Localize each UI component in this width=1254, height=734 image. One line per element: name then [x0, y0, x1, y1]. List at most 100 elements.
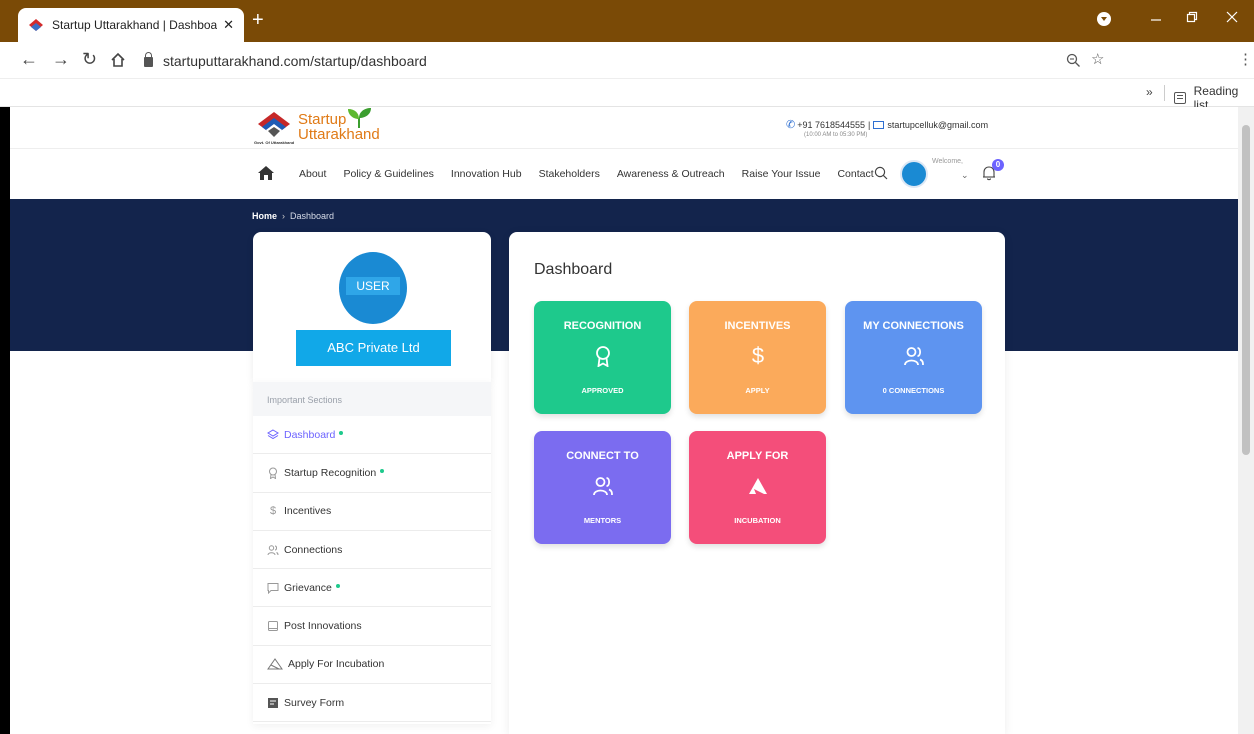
note-icon [268, 621, 278, 632]
layers-icon [267, 429, 279, 439]
email-address[interactable]: startupcelluk@gmail.com [887, 120, 988, 130]
tile-subtitle: 0 CONNECTIONS [882, 386, 945, 395]
connect-to-mentors-tile[interactable]: CONNECT TO MENTORS [534, 431, 671, 544]
avatar-label: USER [346, 277, 400, 295]
my-connections-tile[interactable]: MY CONNECTIONS 0 CONNECTIONS [845, 301, 982, 414]
tile-title: APPLY FOR [726, 450, 789, 462]
sidebar-item-dashboard[interactable]: Dashboard [253, 416, 491, 455]
restore-icon[interactable] [1186, 11, 1198, 23]
phone-number[interactable]: +91 7618544555 [797, 120, 865, 130]
incentives-tile[interactable]: INCENTIVES $ APPLY [689, 301, 826, 414]
home-icon[interactable] [257, 165, 275, 181]
mail-icon [873, 120, 885, 129]
logo-govt-text: Govt. Of Uttarakhand [254, 140, 295, 145]
tile-subtitle: INCUBATION [734, 516, 781, 525]
address-bar: ← → ↻ startuputtarakhand.com/startup/das… [0, 42, 1254, 79]
nav-raise-your-issue[interactable]: Raise Your Issue [742, 168, 821, 180]
sidebar-item-apply-for-incubation[interactable]: Apply For Incubation [253, 646, 491, 685]
reload-icon[interactable]: ↻ [82, 49, 97, 69]
logo-line-2: Uttarakhand [298, 126, 380, 143]
bookmark-star-icon[interactable]: ☆ [1091, 50, 1104, 68]
window-close-icon[interactable] [1226, 11, 1238, 23]
user-avatar[interactable] [900, 160, 928, 188]
sidebar-item-survey-form[interactable]: Survey Form [253, 684, 491, 723]
url-text: startuputtarakhand.com/startup/dashboard [163, 52, 427, 69]
site-top-bar: Govt. Of Uttarakhand Startup Uttarakhand… [10, 107, 1238, 149]
url-input[interactable]: startuputtarakhand.com/startup/dashboard [144, 47, 1144, 74]
sidebar-item-label: Dashboard [284, 428, 336, 441]
page-scrollbar[interactable] [1238, 107, 1254, 734]
users-icon [267, 544, 279, 555]
forward-icon[interactable]: → [52, 49, 70, 69]
sidebar-item-connections[interactable]: Connections [253, 531, 491, 570]
nav-policy-guidelines[interactable]: Policy & Guidelines [343, 168, 433, 180]
sidebar-item-label: Post Innovations [284, 620, 362, 633]
tile-subtitle: APPLY [745, 386, 770, 395]
phone-icon: ✆ [786, 119, 796, 131]
sidebar-item-grievance[interactable]: Grievance [253, 569, 491, 608]
tile-title: RECOGNITION [563, 320, 642, 332]
contact-separator: | [868, 119, 871, 130]
browser-tab[interactable]: Startup Uttarakhand | Dashboard ✕ [18, 8, 244, 42]
breadcrumb-separator: › [282, 211, 286, 221]
dollar-icon: $ [751, 343, 765, 368]
award-icon [269, 467, 277, 479]
breadcrumb-current: Dashboard [290, 211, 335, 221]
sidebar-item-label: Apply For Incubation [288, 658, 385, 671]
survey-icon [268, 697, 278, 708]
sidebar-item-startup-recognition[interactable]: Startup Recognition [253, 454, 491, 493]
main-navigation: About Policy & Guidelines Innovation Hub… [10, 149, 1238, 199]
sidebar-item-incentives[interactable]: $ Incentives [253, 493, 491, 531]
back-icon[interactable]: ← [20, 49, 38, 69]
sidebar-item-label: Grievance [284, 581, 332, 594]
nav-stakeholders[interactable]: Stakeholders [539, 168, 600, 180]
nav-menu: About Policy & Guidelines Innovation Hub… [299, 168, 891, 180]
bookmarks-divider [1164, 85, 1165, 101]
office-hours: (10:00 AM to 05:30 PM) [804, 132, 868, 138]
sidebar-item-label: Incentives [284, 505, 332, 518]
tile-subtitle: APPROVED [581, 386, 624, 395]
new-tab-button[interactable]: + [252, 10, 264, 30]
sprout-icon [348, 108, 371, 128]
sidebar-item-post-innovations[interactable]: Post Innovations [253, 607, 491, 646]
status-dot [380, 468, 385, 473]
welcome-text: Welcome, [932, 158, 963, 165]
sidebar-item-label: Survey Form [284, 696, 345, 709]
tab-title: Startup Uttarakhand | Dashboard [52, 18, 218, 32]
page-title: Dashboard [534, 261, 613, 278]
recognition-tile[interactable]: RECOGNITION APPROVED [534, 301, 671, 414]
profile-menu-icon[interactable] [1097, 12, 1111, 26]
breadcrumb: Home › Dashboard [252, 211, 334, 221]
nav-innovation-hub[interactable]: Innovation Hub [451, 168, 522, 180]
contact-info: ✆ +91 7618544555 | startupcelluk@gmail.c… [786, 118, 988, 131]
zoom-icon[interactable] [1066, 53, 1081, 68]
bookmarks-overflow-button[interactable]: » [1146, 85, 1153, 99]
lock-icon [144, 52, 153, 67]
home-page-icon[interactable] [110, 52, 126, 67]
nav-about[interactable]: About [299, 168, 326, 180]
tab-close-icon[interactable]: ✕ [223, 17, 234, 33]
search-icon[interactable] [874, 166, 888, 180]
nav-awareness-outreach[interactable]: Awareness & Outreach [617, 168, 725, 180]
incubation-icon [267, 658, 283, 670]
tile-subtitle: MENTORS [583, 516, 622, 525]
site-favicon-icon [29, 19, 43, 31]
nav-contact[interactable]: Contact [837, 168, 873, 180]
tile-title: CONNECT TO [566, 450, 639, 462]
scrollbar-thumb[interactable] [1242, 125, 1250, 455]
browser-menu-icon[interactable]: ⋮ [1238, 50, 1253, 68]
bookmarks-bar: » Reading list [0, 79, 1254, 112]
breadcrumb-home[interactable]: Home [252, 211, 277, 221]
sidebar-header: Important Sections [253, 382, 491, 416]
chevron-down-icon[interactable]: ⌄ [961, 170, 969, 181]
site-logo[interactable]: Govt. Of Uttarakhand Startup Uttarakhand [254, 108, 404, 148]
sidebar-item-label: Connections [284, 543, 343, 556]
company-name-button[interactable]: ABC Private Ltd [296, 330, 451, 366]
minimize-icon[interactable] [1150, 14, 1162, 26]
dollar-icon: $ [269, 505, 277, 518]
profile-avatar[interactable]: USER [339, 252, 407, 324]
apply-for-incubation-tile[interactable]: APPLY FOR INCUBATION [689, 431, 826, 544]
dashboard-card: Dashboard RECOGNITION APPROVED INCENTIVE… [509, 232, 1005, 734]
sidebar-menu: Important Sections Dashboard Startup Rec… [253, 382, 491, 724]
users-icon [593, 477, 613, 496]
